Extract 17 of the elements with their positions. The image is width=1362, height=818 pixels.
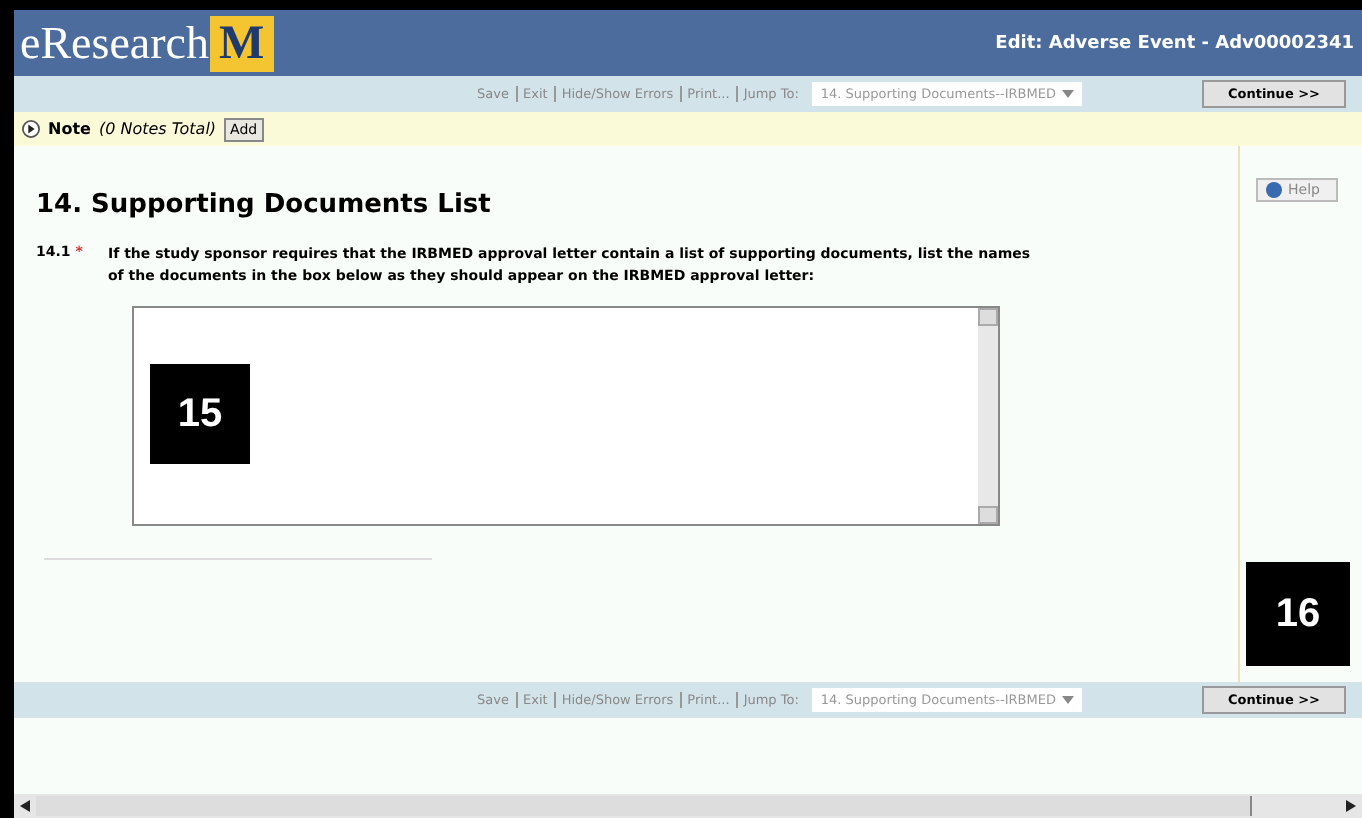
horizontal-scrollbar[interactable] <box>14 794 1362 818</box>
page-title: Edit: Adverse Event - Adv00002341 <box>995 33 1354 53</box>
note-count: (0 Notes Total) <box>98 120 217 138</box>
note-label: Note <box>48 120 91 138</box>
callout-number: 16 <box>1246 562 1350 666</box>
callout-number: 15 <box>150 364 250 464</box>
logo-text: eResearch <box>20 17 209 69</box>
caret-icon <box>1062 90 1074 98</box>
scroll-left-icon[interactable] <box>20 800 30 812</box>
caret-icon <box>1062 696 1074 704</box>
expand-icon[interactable] <box>22 120 40 138</box>
help-icon <box>1266 182 1282 198</box>
logo-mark: M <box>209 15 275 71</box>
scroll-right-icon[interactable] <box>1346 800 1356 812</box>
section-heading: 14. Supporting Documents List <box>36 190 493 220</box>
scrollbar[interactable] <box>978 308 998 524</box>
answer-box[interactable] <box>132 306 1000 526</box>
